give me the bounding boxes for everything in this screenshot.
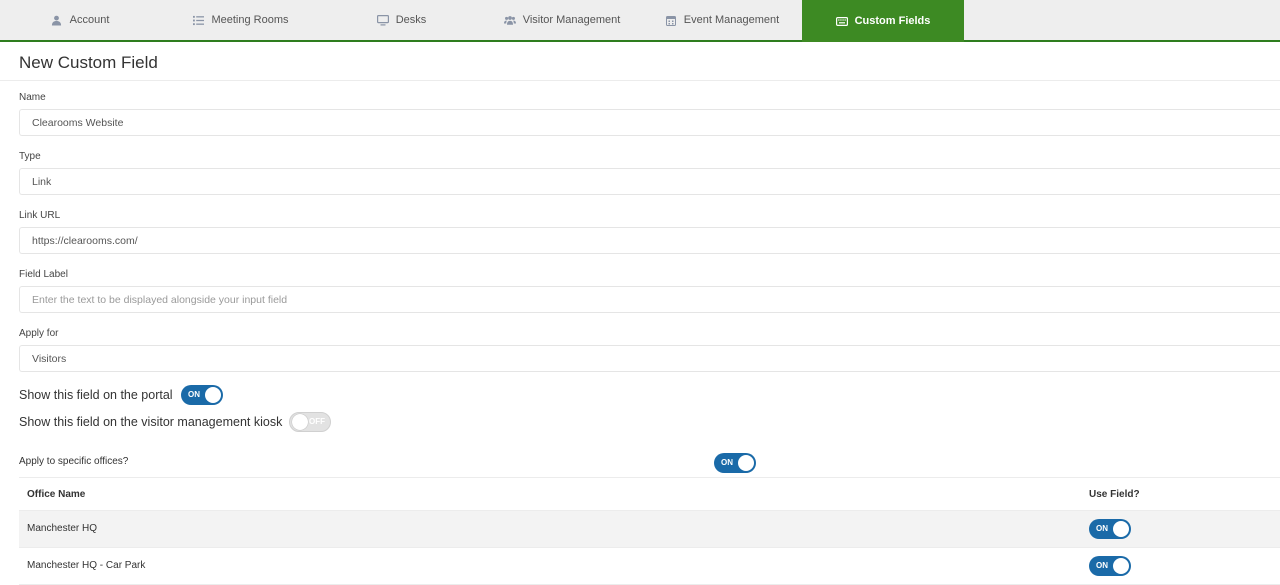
use-field-toggle-state: ON <box>1096 524 1108 533</box>
tab-desks-label: Desks <box>395 14 427 26</box>
tab-account[interactable]: Account <box>0 0 160 40</box>
portal-toggle[interactable]: ON <box>181 385 223 405</box>
toggle-knob <box>292 414 308 430</box>
specific-offices-label: Apply to specific offices? <box>19 456 129 467</box>
portal-toggle-label: Show this field on the portal <box>19 388 173 402</box>
tab-custom-fields-label: Custom Fields <box>854 15 931 27</box>
office-name: Manchester HQ - Car Park <box>27 560 146 571</box>
type-select[interactable] <box>19 168 1280 195</box>
tab-event-management[interactable]: Event Management <box>642 0 802 40</box>
settings-tab-bar: Account Meeting Rooms Desks Visitor Mana… <box>0 0 1280 42</box>
users-icon <box>503 14 516 26</box>
use-field-toggle-state: ON <box>1096 561 1108 570</box>
toggle-knob <box>1113 558 1129 574</box>
toggle-knob <box>1113 521 1129 537</box>
kiosk-toggle-label: Show this field on the visitor managemen… <box>19 415 283 429</box>
tab-custom-fields[interactable]: Custom Fields <box>802 0 964 42</box>
tab-meeting-rooms-label: Meeting Rooms <box>211 14 289 26</box>
user-icon <box>51 14 63 26</box>
monitor-icon <box>376 14 389 26</box>
table-row: Manchester HQ ON <box>19 511 1280 547</box>
office-name-header: Office Name <box>27 489 86 500</box>
office-name: Manchester HQ <box>27 523 98 534</box>
use-field-toggle[interactable]: ON <box>1089 556 1131 576</box>
name-label: Name <box>19 92 46 103</box>
keyboard-icon <box>835 15 848 27</box>
tab-event-management-label: Event Management <box>683 14 780 26</box>
specific-offices-toggle-state: ON <box>721 458 733 467</box>
link-url-input[interactable] <box>19 227 1280 254</box>
table-row: Manchester HQ - Car Park ON <box>19 548 1280 584</box>
use-field-toggle[interactable]: ON <box>1089 519 1131 539</box>
kiosk-toggle[interactable]: OFF <box>289 412 331 432</box>
field-label-input[interactable] <box>19 286 1280 313</box>
calendar-icon <box>665 14 677 26</box>
toggle-knob <box>738 455 754 471</box>
page-title: New Custom Field <box>19 53 158 72</box>
kiosk-toggle-state: OFF <box>309 417 325 426</box>
tab-account-label: Account <box>69 14 110 26</box>
portal-toggle-state: ON <box>188 390 200 399</box>
list-icon <box>192 14 204 26</box>
divider <box>0 80 1280 81</box>
table-top-rule <box>19 477 1280 478</box>
apply-for-label: Apply for <box>19 328 59 339</box>
tab-visitor-management[interactable]: Visitor Management <box>482 0 642 40</box>
type-label: Type <box>19 151 41 162</box>
use-field-header: Use Field? <box>1089 489 1140 500</box>
specific-offices-toggle[interactable]: ON <box>714 453 756 473</box>
name-input[interactable] <box>19 109 1280 136</box>
tab-desks[interactable]: Desks <box>321 0 482 40</box>
apply-for-select[interactable] <box>19 345 1280 372</box>
tab-meeting-rooms[interactable]: Meeting Rooms <box>160 0 321 40</box>
link-url-label: Link URL <box>19 210 61 221</box>
toggle-knob <box>205 387 221 403</box>
field-label-label: Field Label <box>19 269 68 280</box>
tab-visitor-management-label: Visitor Management <box>522 14 621 26</box>
